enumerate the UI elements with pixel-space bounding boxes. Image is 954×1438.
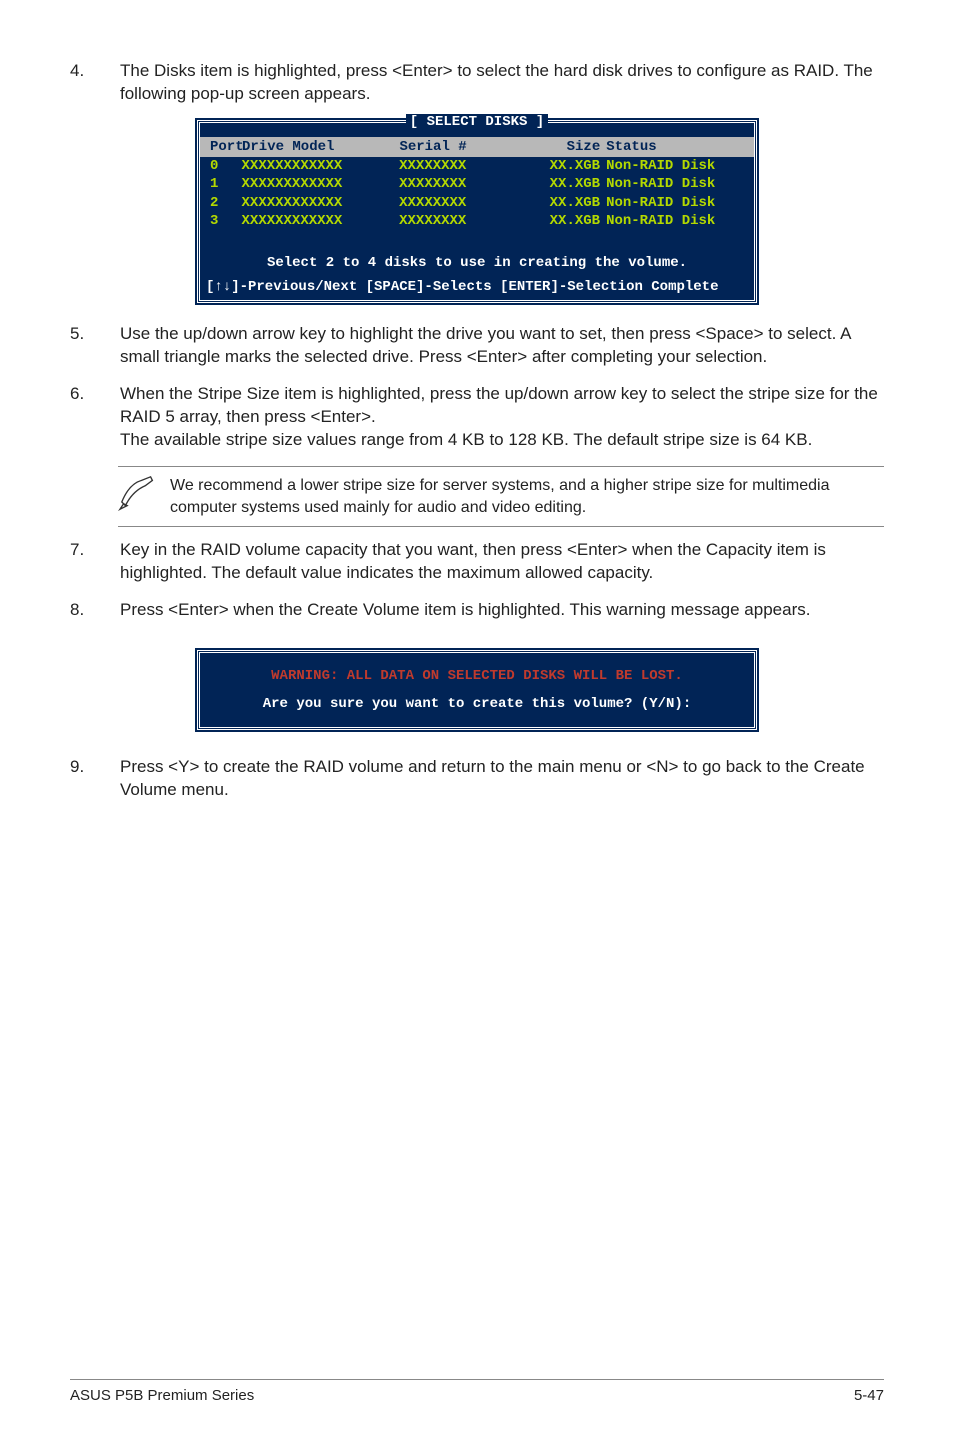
- table-row: 0 XXXXXXXXXXXX XXXXXXXX XX.XGB Non-RAID …: [200, 157, 754, 175]
- step-6: 6. When the Stripe Size item is highligh…: [70, 383, 884, 452]
- page-footer: ASUS P5B Premium Series 5-47: [70, 1379, 884, 1406]
- console-header-row: Port Drive Model Serial # Size Status: [200, 137, 754, 157]
- step-number: 9.: [70, 756, 120, 802]
- warning-text: WARNING: ALL DATA ON SELECTED DISKS WILL…: [271, 668, 683, 684]
- step-9: 9. Press <Y> to create the RAID volume a…: [70, 756, 884, 802]
- header-port: Port: [210, 138, 242, 156]
- console-title: [ SELECT DISKS ]: [200, 113, 754, 131]
- console-footer: [↑↓]-Previous/Next [SPACE]-Selects [ENTE…: [200, 278, 754, 296]
- step-5: 5. Use the up/down arrow key to highligh…: [70, 323, 884, 369]
- step-number: 4.: [70, 60, 120, 106]
- step-8: 8. Press <Enter> when the Create Volume …: [70, 599, 884, 622]
- step-text: Use the up/down arrow key to highlight t…: [120, 323, 884, 369]
- table-row: 3 XXXXXXXXXXXX XXXXXXXX XX.XGB Non-RAID …: [200, 212, 754, 230]
- step-text: Press <Enter> when the Create Volume ite…: [120, 599, 884, 622]
- step-number: 8.: [70, 599, 120, 622]
- step-text: The Disks item is highlighted, press <En…: [120, 60, 884, 106]
- note-box: We recommend a lower stripe size for ser…: [118, 466, 884, 527]
- console-instruction: Select 2 to 4 disks to use in creating t…: [200, 254, 754, 272]
- table-row: 2 XXXXXXXXXXXX XXXXXXXX XX.XGB Non-RAID …: [200, 194, 754, 212]
- pencil-icon: [118, 475, 158, 511]
- step-text: Press <Y> to create the RAID volume and …: [120, 756, 884, 802]
- select-disks-console: [ SELECT DISKS ] Port Drive Model Serial…: [197, 120, 757, 304]
- header-status: Status: [606, 138, 744, 156]
- step-4: 4. The Disks item is highlighted, press …: [70, 60, 884, 106]
- step-number: 5.: [70, 323, 120, 369]
- table-row: 1 XXXXXXXXXXXX XXXXXXXX XX.XGB Non-RAID …: [200, 175, 754, 193]
- step-text: When the Stripe Size item is highlighted…: [120, 383, 884, 452]
- header-size: Size: [547, 138, 606, 156]
- footer-right: 5-47: [854, 1386, 884, 1406]
- footer-left: ASUS P5B Premium Series: [70, 1386, 254, 1406]
- step-7: 7. Key in the RAID volume capacity that …: [70, 539, 884, 585]
- step-number: 7.: [70, 539, 120, 585]
- header-model: Drive Model: [242, 138, 399, 156]
- header-serial: Serial #: [399, 138, 547, 156]
- warning-prompt: Are you sure you want to create this vol…: [216, 695, 738, 713]
- note-text: We recommend a lower stripe size for ser…: [170, 475, 884, 518]
- step-text: Key in the RAID volume capacity that you…: [120, 539, 884, 585]
- warning-console: WARNING: ALL DATA ON SELECTED DISKS WILL…: [197, 650, 757, 730]
- step-number: 6.: [70, 383, 120, 452]
